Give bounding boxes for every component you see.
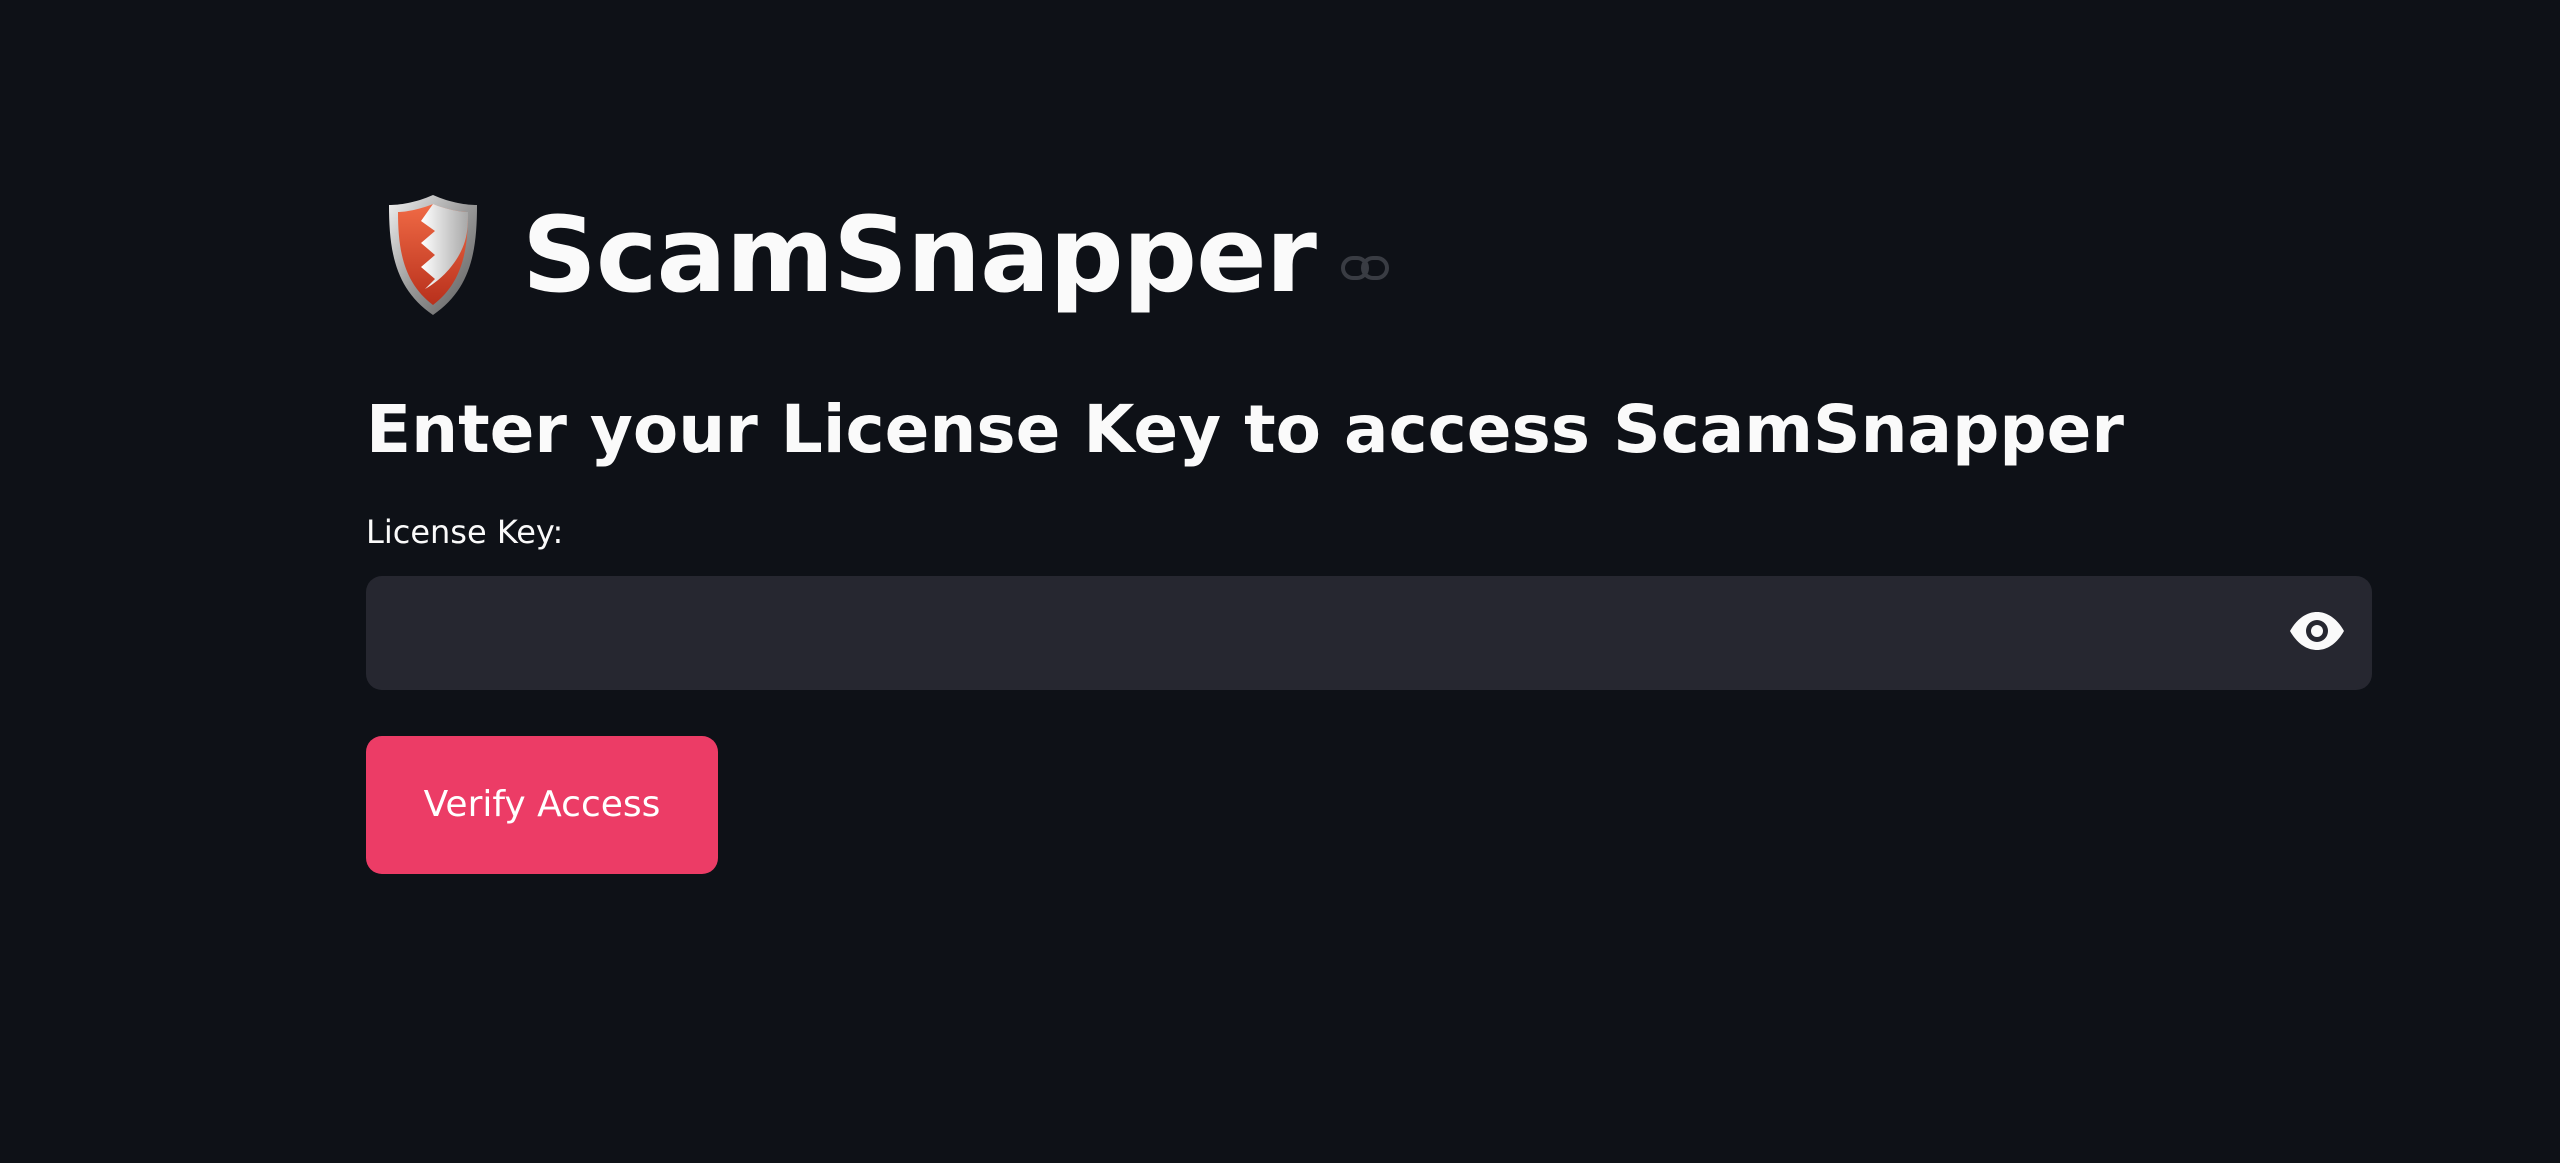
app-page: ScamSnapper Enter your License Key to ac…	[0, 0, 2560, 1163]
license-key-input[interactable]	[366, 575, 2262, 690]
verify-access-button[interactable]: Verify Access	[366, 735, 718, 874]
license-key-field	[366, 575, 2372, 690]
show-password-toggle[interactable]	[2262, 576, 2372, 690]
link-icon[interactable]	[1340, 253, 1390, 283]
app-title: ScamSnapper	[522, 194, 1317, 316]
login-container: ScamSnapper Enter your License Key to ac…	[366, 180, 2372, 874]
license-key-label: License Key:	[366, 513, 564, 552]
shield-icon	[378, 188, 488, 322]
eye-icon	[2288, 611, 2346, 655]
title-row: ScamSnapper	[366, 180, 2372, 330]
page-heading: Enter your License Key to access ScamSna…	[366, 391, 2124, 468]
